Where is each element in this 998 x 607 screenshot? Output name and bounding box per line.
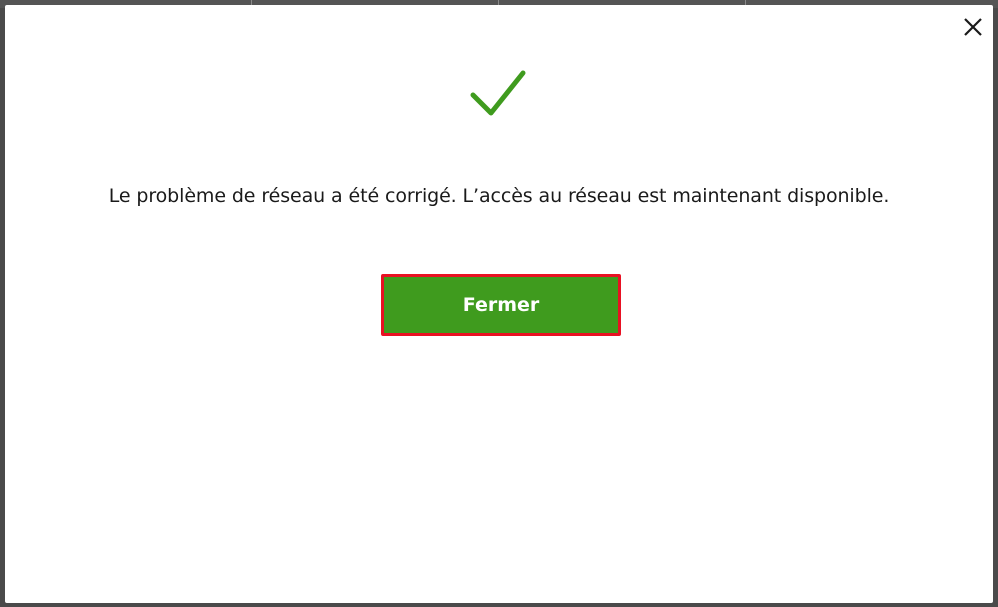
fermer-button[interactable]: Fermer (381, 274, 621, 336)
status-message: Le problème de réseau a été corrigé. L’a… (108, 185, 890, 207)
close-icon (964, 18, 982, 36)
checkmark-icon (470, 70, 526, 116)
fermer-button-label: Fermer (384, 277, 618, 333)
close-dialog-button[interactable] (959, 13, 987, 41)
network-fixed-dialog: Le problème de réseau a été corrigé. L’a… (5, 5, 993, 603)
